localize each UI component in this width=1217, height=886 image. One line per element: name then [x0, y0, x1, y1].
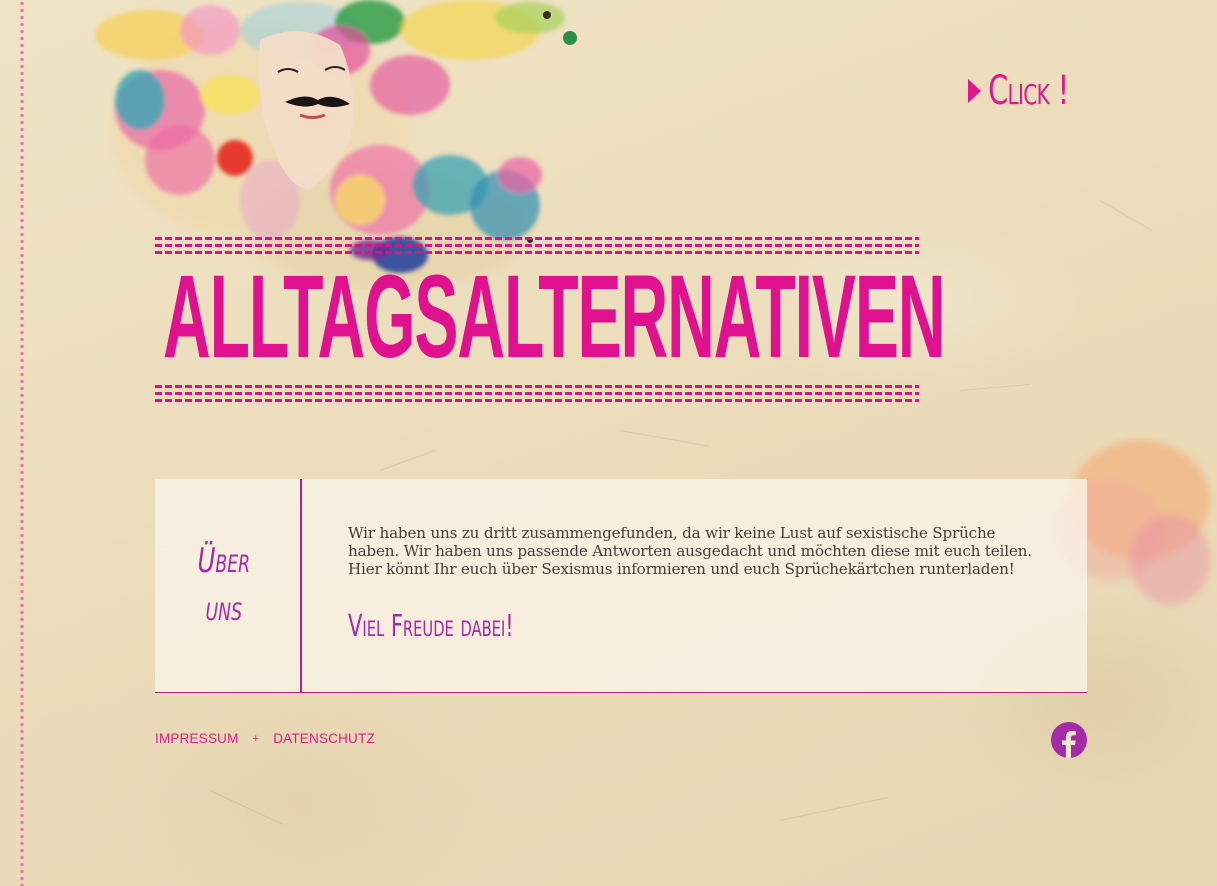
about-slogan: Viel Freude dabei!: [348, 609, 514, 644]
footer-separator: +: [252, 732, 260, 745]
click-link[interactable]: Click !: [968, 68, 1069, 114]
paper-texture: [1099, 200, 1153, 231]
paper-texture: [209, 790, 283, 825]
title-stripe-bottom: [155, 385, 919, 388]
site-title-text: ALLTAGSALTERNATIVEN: [163, 251, 946, 383]
about-heading-line1: Über: [197, 541, 251, 581]
paper-texture: [379, 449, 437, 471]
play-triangle-icon: [968, 79, 981, 103]
paper-texture: [959, 383, 1030, 391]
title-stripe-top: [155, 244, 919, 247]
site-title[interactable]: ALLTAGSALTERNATIVEN: [163, 258, 946, 376]
footer-nav: IMPRESSUM + DATENSCHUTZ: [155, 731, 375, 746]
datenschutz-link[interactable]: DATENSCHUTZ: [273, 731, 375, 746]
about-heading-line2: uns: [205, 589, 243, 629]
about-divider: [300, 479, 302, 692]
title-stripe-bottom: [155, 399, 919, 402]
paper-texture: [619, 430, 709, 447]
title-stripe-bottom: [155, 392, 919, 395]
about-text: Wir haben uns zu dritt zusammengefunden,…: [348, 524, 1032, 578]
about-heading: Über uns: [195, 537, 253, 633]
facebook-icon[interactable]: [1051, 722, 1087, 758]
dotted-border: [19, 0, 25, 886]
paper-texture: [779, 797, 888, 821]
impressum-link[interactable]: IMPRESSUM: [155, 731, 239, 746]
title-stripe-top: [155, 237, 919, 240]
facebook-glyph: [1062, 731, 1076, 758]
about-section: Über uns Wir haben uns zu dritt zusammen…: [155, 479, 1087, 693]
click-label: Click !: [988, 68, 1069, 114]
